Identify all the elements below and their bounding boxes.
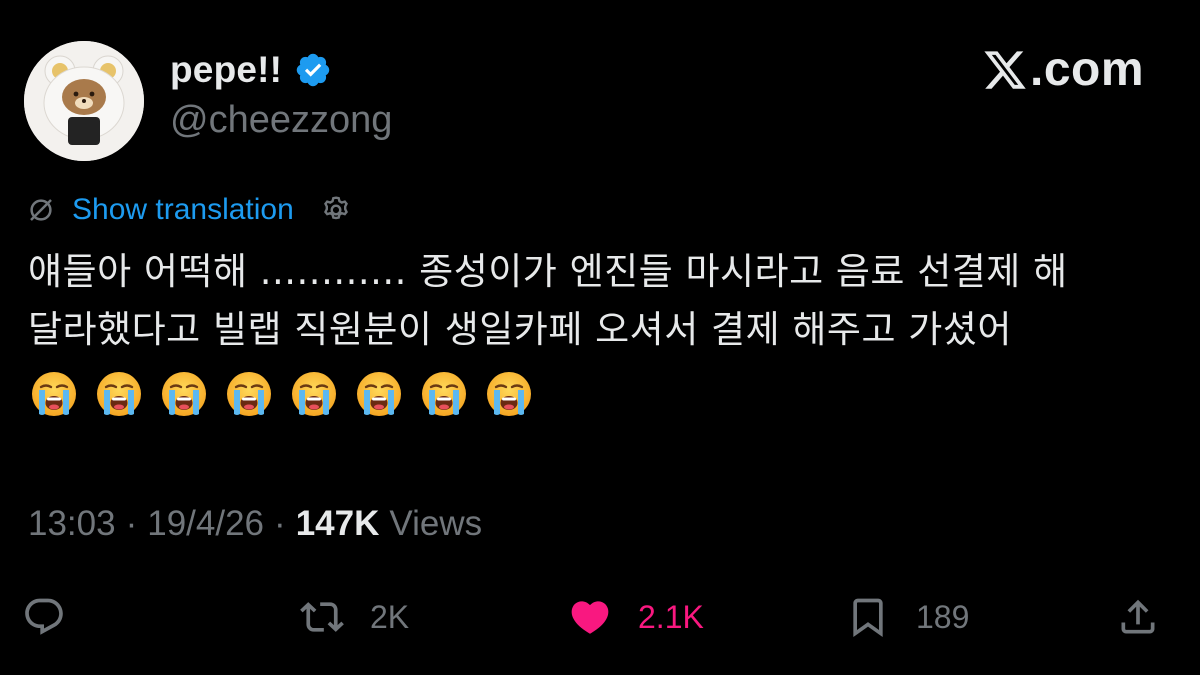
repost-icon (300, 602, 344, 632)
x-com-logo: .com (982, 42, 1144, 98)
views-label: Views (389, 504, 483, 543)
bookmark-button[interactable]: 189 (846, 594, 969, 640)
loudly-crying-face-icon (32, 372, 76, 416)
user-handle[interactable]: @cheezzong (170, 98, 392, 142)
verified-badge-icon (296, 53, 330, 87)
avatar-bear-image (24, 41, 144, 161)
emoji-row (30, 370, 533, 418)
show-translation-link[interactable]: Show translation (72, 190, 294, 230)
tweet-text-line: 얘들아 어떡해 ............ 종성이가 엔진들 마시라고 음료 선결… (28, 250, 1068, 293)
tweet-date[interactable]: 19/4/26 (147, 502, 264, 546)
translation-row: Show translation (26, 190, 352, 230)
views-count: 147K (295, 504, 380, 543)
like-count: 2.1K (638, 599, 704, 635)
share-icon (1121, 599, 1155, 634)
tweet-text-line: 달라했다고 빌랩 직원분이 생일카페 오셔서 결제 해주고 가셨어 (28, 308, 1012, 351)
reply-button[interactable] (22, 594, 92, 640)
meta-separator: · (125, 504, 138, 543)
heart-icon (571, 601, 609, 634)
like-button[interactable]: 2.1K (568, 594, 704, 640)
brand-text: .com (1030, 43, 1145, 96)
tweet-time[interactable]: 13:03 (28, 502, 116, 546)
tweet-meta: 13:03 · 19/4/26 · 147K Views (28, 502, 482, 546)
repost-button[interactable]: 2K (300, 594, 409, 640)
loudly-crying-face-icon (162, 372, 206, 416)
avatar[interactable] (24, 41, 144, 161)
display-name-text: pepe!! (170, 49, 283, 90)
loudly-crying-face-icon (422, 372, 466, 416)
share-button[interactable] (1116, 594, 1160, 640)
tweet-text: 얘들아 어떡해 ............ 종성이가 엔진들 마시라고 음료 선결… (28, 243, 1178, 359)
display-name[interactable]: pepe!! (170, 48, 332, 92)
bookmark-icon (853, 598, 883, 638)
loudly-crying-face-icon (487, 372, 531, 416)
loudly-crying-face-icon (292, 372, 336, 416)
meta-separator: · (274, 504, 286, 543)
reply-icon (25, 598, 63, 635)
bookmark-count: 189 (916, 599, 970, 635)
translate-off-icon (30, 199, 52, 221)
loudly-crying-face-icon (97, 372, 141, 416)
loudly-crying-face-icon (227, 372, 271, 416)
gear-icon[interactable] (320, 194, 352, 226)
x-logo-icon (984, 51, 1026, 89)
loudly-crying-face-icon (357, 372, 401, 416)
repost-count: 2K (370, 599, 410, 635)
